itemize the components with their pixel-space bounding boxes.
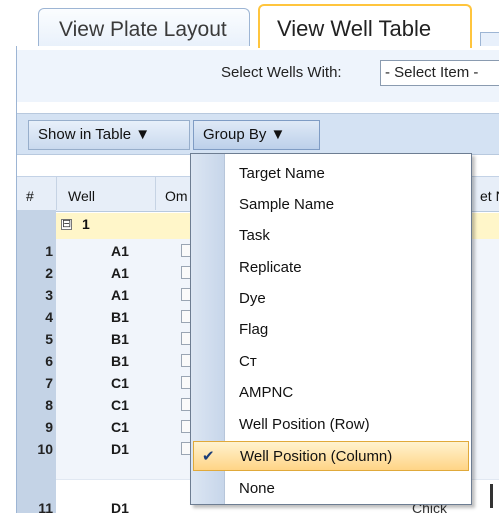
well-cell: B1 (111, 331, 129, 347)
menu-item-ampnc[interactable]: AMPNC (191, 378, 471, 408)
menu-item-flag[interactable]: Flag (191, 315, 471, 345)
menu-item-ct[interactable]: Cт (191, 347, 471, 377)
menu-item-label: None (239, 480, 275, 497)
menu-item-label: AMPNC (239, 384, 294, 401)
row-number: 9 (45, 419, 53, 435)
well-cell: C1 (111, 375, 129, 391)
row-number: 6 (45, 353, 53, 369)
menu-item-target-name[interactable]: Target Name (191, 159, 471, 189)
menu-item-well-position-row[interactable]: Well Position (Row) (191, 410, 471, 440)
row-number: 11 (38, 500, 53, 516)
select-wells-label: Select Wells With: (221, 64, 342, 81)
tab-overflow-stub (480, 32, 499, 47)
row-number: 4 (45, 309, 53, 325)
well-cell: C1 (111, 397, 129, 413)
menu-item-label: Dye (239, 290, 266, 307)
group-by-menu: Target Name Sample Name Task Replicate D… (190, 153, 472, 505)
select-wells-dropdown[interactable]: - Select Item - (380, 60, 499, 86)
collapse-group-icon[interactable]: ⊟ (61, 219, 72, 230)
row-number: 5 (45, 331, 53, 347)
row-number: 10 (37, 441, 53, 457)
text-cursor (490, 484, 493, 508)
menu-item-sample-name[interactable]: Sample Name (191, 190, 471, 220)
group-by-button[interactable]: Group By ▼ (193, 120, 320, 150)
menu-item-label: Well Position (Row) (239, 416, 370, 433)
well-cell: B1 (111, 309, 129, 325)
row-number: 3 (45, 287, 53, 303)
menu-item-label: Replicate (239, 259, 302, 276)
column-separator[interactable] (155, 177, 156, 210)
row-number: 8 (45, 397, 53, 413)
menu-item-well-position-column[interactable]: ✔ Well Position (Column) (193, 441, 469, 471)
menu-item-replicate[interactable]: Replicate (191, 253, 471, 283)
header-number[interactable]: # (26, 188, 34, 204)
well-cell: A1 (111, 287, 129, 303)
header-well[interactable]: Well (68, 188, 95, 204)
row-number: 2 (45, 265, 53, 281)
menu-item-label: Flag (239, 321, 269, 338)
group-label: 1 (82, 216, 90, 232)
menu-item-label: Task (239, 227, 270, 244)
well-cell: B1 (111, 353, 129, 369)
well-cell: D1 (111, 500, 129, 516)
menu-item-label: Target Name (239, 165, 325, 182)
tab-view-plate-layout[interactable]: View Plate Layout (38, 8, 250, 46)
menu-item-label: Well Position (Column) (240, 448, 393, 465)
header-target-name[interactable]: et N (480, 188, 499, 204)
well-cell: A1 (111, 243, 129, 259)
menu-item-none[interactable]: None (191, 474, 471, 504)
menu-item-dye[interactable]: Dye (191, 284, 471, 314)
menu-item-task[interactable]: Task (191, 221, 471, 251)
well-cell: C1 (111, 419, 129, 435)
well-cell: A1 (111, 265, 129, 281)
header-omit[interactable]: Om (165, 188, 188, 204)
tab-view-well-table[interactable]: View Well Table (258, 4, 472, 48)
checkmark-icon: ✔ (202, 448, 215, 465)
menu-item-label: Sample Name (239, 196, 335, 213)
show-in-table-button[interactable]: Show in Table ▼ (28, 120, 190, 150)
column-separator[interactable] (56, 177, 57, 210)
menu-item-label: Cт (239, 353, 257, 370)
row-number: 7 (45, 375, 53, 391)
row-number: 1 (45, 243, 53, 259)
well-cell: D1 (111, 441, 129, 457)
